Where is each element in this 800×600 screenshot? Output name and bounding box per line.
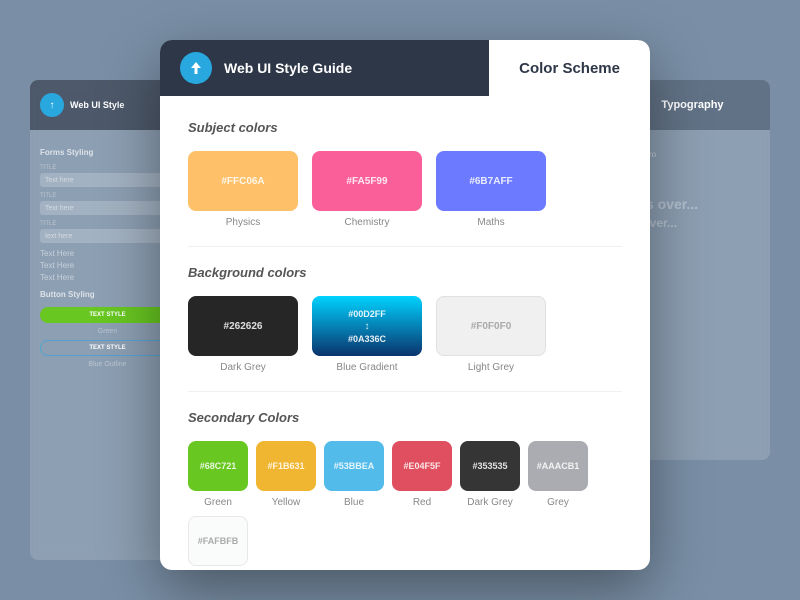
bg-text-here-1: Text Here [40, 249, 175, 258]
bg-logo: ↑ [40, 93, 64, 117]
swatch-item-green: #68C721 Green [188, 441, 248, 508]
modal-app-title: Web UI Style Guide [224, 60, 352, 76]
swatch-chemistry[interactable]: #FA5F99 [312, 151, 422, 211]
swatch-sec-dark-grey-hex: #353535 [472, 461, 507, 471]
swatch-dark-grey-label: Dark Grey [220, 362, 266, 373]
divider-1 [188, 246, 622, 247]
bg-text-here-3: Text Here [40, 273, 175, 282]
swatch-grey[interactable]: #AAACB1 [528, 441, 588, 491]
swatch-grey-label: Grey [547, 497, 569, 508]
swatch-gradient[interactable]: #00D2FF ↕ #0A336C [312, 296, 422, 356]
swatch-yellow-label: Yellow [272, 497, 301, 508]
gradient-arrow-icon: ↕ [365, 321, 370, 332]
subject-colors-title: Subject colors [188, 120, 622, 135]
swatch-item-red: #E04F5F Red [392, 441, 452, 508]
swatch-dark-grey-hex: #262626 [224, 321, 263, 332]
swatch-green-hex: #68C721 [200, 461, 237, 471]
bg-input-text-3: text here [45, 233, 72, 240]
swatch-physics[interactable]: #FFC06A [188, 151, 298, 211]
swatch-item-yellow: #F1B631 Yellow [256, 441, 316, 508]
swatch-sec-light-grey[interactable]: #FAFBFB [188, 516, 248, 566]
swatch-yellow-hex: #F1B631 [267, 461, 304, 471]
swatch-item-light-grey: #F0F0F0 Light Grey [436, 296, 546, 373]
bg-left-title: Web UI Style [70, 100, 124, 110]
swatch-red-hex: #E04F5F [403, 461, 440, 471]
secondary-colors-row: #68C721 Green #F1B631 Yellow #53BBEA Blu… [188, 441, 622, 570]
swatch-grey-hex: #AAACB1 [537, 461, 580, 471]
bg-text-here-2: Text Here [40, 261, 175, 270]
swatch-physics-label: Physics [226, 217, 260, 228]
swatch-sec-light-grey-hex: #FAFBFB [198, 536, 239, 546]
swatch-chemistry-label: Chemistry [344, 217, 389, 228]
swatch-light-grey-hex: #F0F0F0 [471, 321, 512, 332]
swatch-red-label: Red [413, 497, 431, 508]
modal-body: Subject colors #FFC06A Physics #FA5F99 C… [160, 96, 650, 570]
swatch-gradient-label: Blue Gradient [336, 362, 397, 373]
swatch-item-chemistry: #FA5F99 Chemistry [312, 151, 422, 228]
swatch-item-gradient: #00D2FF ↕ #0A336C Blue Gradient [312, 296, 422, 373]
swatch-sec-dark-grey-label: Dark Grey [467, 497, 513, 508]
bg-btn-outline-text: TEXT STYLE [89, 345, 125, 351]
swatch-item-sec-light-grey: #FAFBFB Light Grey [188, 516, 248, 570]
background-colors-title: Background colors [188, 265, 622, 280]
swatch-blue-label: Blue [344, 497, 364, 508]
swatch-green-label: Green [204, 497, 232, 508]
swatch-maths-label: Maths [477, 217, 504, 228]
swatch-maths-hex: #6B7AFF [469, 176, 512, 187]
bg-btn-green-sub: Green [40, 328, 175, 335]
swatch-dark-grey[interactable]: #262626 [188, 296, 298, 356]
bg-title-1: TITLE [40, 165, 175, 171]
bg-btn-outline-sub: Blue Outline [40, 361, 175, 368]
gradient-bottom-hex: #0A336C [348, 334, 386, 344]
swatch-yellow[interactable]: #F1B631 [256, 441, 316, 491]
swatch-light-grey[interactable]: #F0F0F0 [436, 296, 546, 356]
modal: Web UI Style Guide Color Scheme Subject … [160, 40, 650, 570]
swatch-maths[interactable]: #6B7AFF [436, 151, 546, 211]
swatch-blue-hex: #53BBEA [334, 461, 375, 471]
bg-input-2: Text here [40, 201, 175, 215]
swatch-item-sec-dark-grey: #353535 Dark Grey [460, 441, 520, 508]
background-colors-row: #262626 Dark Grey #00D2FF ↕ #0A336C Blue… [188, 296, 622, 373]
bg-input-1: Text here [40, 173, 175, 187]
swatch-red[interactable]: #E04F5F [392, 441, 452, 491]
bg-input-text-2: Text here [45, 205, 74, 212]
tab-color-scheme[interactable]: Color Scheme [489, 40, 650, 96]
bg-btn-green: TEXT STYLE [40, 307, 175, 323]
bg-button-label: Button Styling [40, 290, 175, 299]
swatch-item-maths: #6B7AFF Maths [436, 151, 546, 228]
bg-title-3: TITLE [40, 221, 175, 227]
swatch-item-dark-grey: #262626 Dark Grey [188, 296, 298, 373]
bg-input-3: text here [40, 229, 175, 243]
divider-2 [188, 391, 622, 392]
swatch-chemistry-hex: #FA5F99 [346, 176, 387, 187]
modal-logo [180, 52, 212, 84]
tab-color-scheme-label: Color Scheme [519, 60, 620, 77]
bg-title-2: TITLE [40, 193, 175, 199]
swatch-physics-hex: #FFC06A [221, 176, 264, 187]
bg-typography-label: Typography [661, 99, 723, 111]
subject-colors-row: #FFC06A Physics #FA5F99 Chemistry #6B7AF… [188, 151, 622, 228]
gradient-top-hex: #00D2FF [348, 309, 386, 319]
swatch-light-grey-label: Light Grey [468, 362, 514, 373]
bg-input-text-1: Text here [45, 177, 74, 184]
bg-forms-label: Forms Styling [40, 148, 175, 157]
swatch-item-grey: #AAACB1 Grey [528, 441, 588, 508]
bg-btn-green-text: TEXT STYLE [89, 312, 125, 318]
swatch-item-physics: #FFC06A Physics [188, 151, 298, 228]
secondary-colors-title: Secondary Colors [188, 410, 622, 425]
modal-header: Web UI Style Guide Color Scheme [160, 40, 650, 96]
swatch-blue[interactable]: #53BBEA [324, 441, 384, 491]
swatch-sec-dark-grey[interactable]: #353535 [460, 441, 520, 491]
swatch-green[interactable]: #68C721 [188, 441, 248, 491]
gradient-inner: #00D2FF ↕ #0A336C [348, 296, 386, 356]
bg-btn-outline: TEXT STYLE [40, 340, 175, 356]
swatch-item-blue: #53BBEA Blue [324, 441, 384, 508]
